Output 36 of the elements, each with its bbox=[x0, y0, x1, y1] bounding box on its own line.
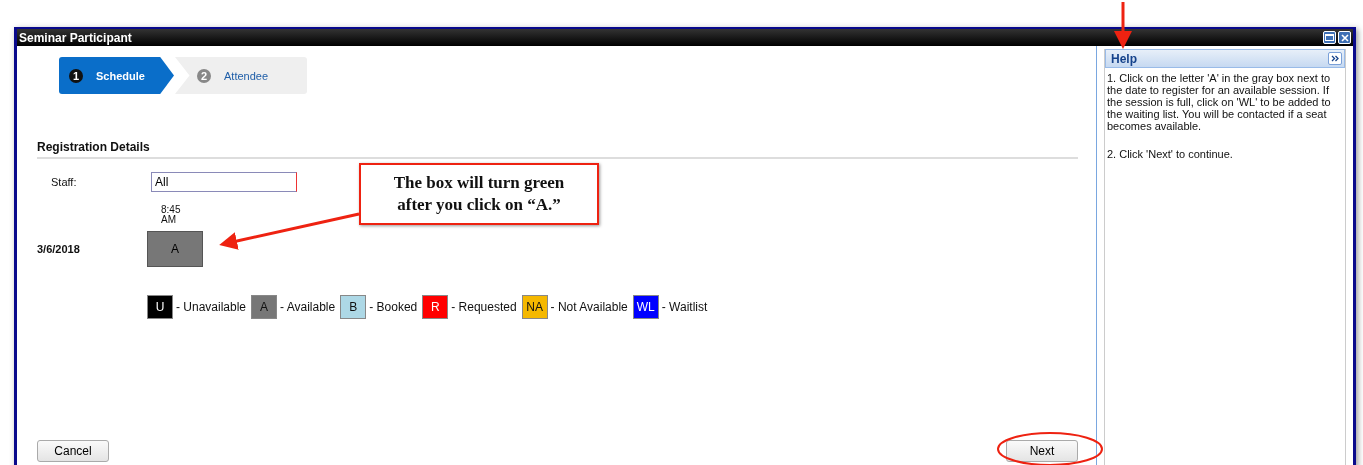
callout-text: The box will turn green after you click on “A.” bbox=[359, 163, 599, 225]
time-label: 8:45 AM bbox=[161, 205, 182, 225]
maximize-button[interactable] bbox=[1323, 31, 1336, 44]
wizard-step[interactable]: 2 Attendee bbox=[175, 57, 307, 94]
legend-swatch: NA bbox=[521, 295, 548, 319]
legend-swatch: R bbox=[422, 295, 449, 319]
staff-label: Staff: bbox=[50, 176, 78, 188]
date-label: 3/6/2018 bbox=[37, 243, 81, 255]
legend-swatch: B bbox=[340, 295, 367, 319]
section-title: Registration Details bbox=[37, 140, 1078, 159]
legend-swatch: A bbox=[251, 295, 278, 319]
close-icon bbox=[1340, 33, 1349, 42]
chevrons-icon bbox=[1331, 55, 1339, 62]
expand-button[interactable] bbox=[1328, 52, 1342, 65]
close-button[interactable] bbox=[1338, 31, 1351, 44]
next-button[interactable]: Next bbox=[1006, 440, 1078, 462]
cancel-button[interactable]: Cancel bbox=[37, 440, 109, 462]
legend-label: - Waitlist bbox=[661, 300, 708, 314]
legend-swatch: WL bbox=[632, 295, 659, 319]
legend-label: - Booked bbox=[369, 300, 418, 314]
step-number: 1 bbox=[69, 68, 83, 83]
window-title: Seminar Participant bbox=[19, 30, 132, 45]
legend-swatch: U bbox=[147, 295, 173, 319]
staff-field[interactable]: All bbox=[151, 172, 297, 192]
arrow bbox=[1114, 2, 1132, 49]
help-title: Help bbox=[1111, 51, 1137, 66]
legend-label: - Unavailable bbox=[176, 300, 247, 314]
wizard-step[interactable]: 1 Schedule bbox=[59, 57, 174, 94]
help-text: 1. Click on the letter 'A' in the gray box next to the date to register for an available session. If the session is full, click on 'WL' to be added to the waiting list. You will be contacted if a seat becomes available. bbox=[1107, 72, 1332, 132]
maximize-icon bbox=[1325, 34, 1334, 41]
help-text: 2. Click 'Next' to continue. bbox=[1107, 148, 1234, 160]
step-number: 2 bbox=[197, 68, 211, 83]
legend-label: - Available bbox=[280, 300, 336, 314]
legend-label: - Not Available bbox=[550, 300, 628, 314]
slot-button[interactable]: A bbox=[147, 231, 203, 267]
legend-label: - Requested bbox=[451, 300, 517, 314]
